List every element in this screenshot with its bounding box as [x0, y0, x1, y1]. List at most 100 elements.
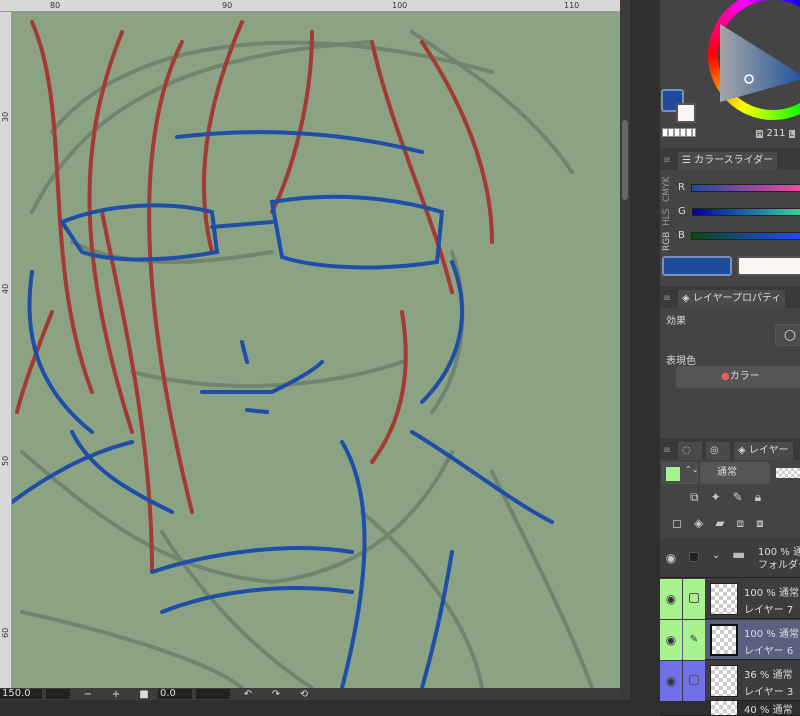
layer-name: レイヤー 7 [744, 605, 794, 616]
color-wheel-panel: H 211 L [660, 0, 800, 146]
zoom-in-button[interactable]: + [102, 689, 130, 700]
folder-expand-icon[interactable]: ⌄ [712, 550, 720, 561]
tab-color-slider[interactable]: ☰ カラースライダー [678, 152, 778, 170]
eye-icon[interactable]: ◉ [660, 538, 682, 578]
expression-color-label: 表現色 [666, 356, 696, 367]
saturation-triangle[interactable] [716, 18, 800, 108]
layer-check[interactable] [683, 579, 705, 619]
merge-down-icon[interactable]: ⧇ [756, 516, 764, 531]
ruler-tick: 90 [222, 1, 233, 10]
vertical-ruler: 30 40 50 60 [0, 12, 12, 688]
ruler-tick: 80 [50, 1, 61, 10]
border-effect-button[interactable]: ○ [775, 324, 800, 346]
fit-screen-button[interactable]: ■ [130, 689, 158, 700]
mode-tab-rgb[interactable]: RGB [662, 232, 676, 251]
g-label: G [678, 206, 686, 217]
tab-navigator[interactable]: ◌ [678, 442, 702, 460]
new-raster-layer-icon[interactable]: ◻ [672, 516, 682, 531]
layer-item[interactable]: 40 % 通常 [660, 696, 800, 716]
layer-check[interactable] [683, 661, 705, 701]
rotate-left-button[interactable]: ↶ [234, 689, 262, 700]
draft-layer-icon[interactable]: ✎ [733, 490, 743, 505]
layer-thumbnail [710, 624, 738, 656]
layer-thumbnail [710, 700, 738, 715]
new-vector-layer-icon[interactable]: ◈ [694, 516, 703, 531]
r-label: R [678, 182, 685, 193]
drawing-canvas[interactable] [12, 12, 620, 688]
scrollbar-thumb[interactable] [622, 120, 628, 200]
blend-mode-value: 通常 [717, 467, 737, 478]
current-sub-color[interactable] [737, 256, 800, 276]
color-button-label: カラー [729, 371, 760, 382]
reset-rotation-button[interactable]: ⟲ [290, 689, 318, 700]
blend-mode-select[interactable]: 通常 [700, 462, 770, 484]
horizontal-ruler: 80 90 100 110 [0, 0, 620, 12]
rotation-angle-field[interactable]: 0.0 [158, 689, 192, 699]
sliders-icon: ☰ [682, 155, 695, 166]
ruler-tick: 60 [1, 627, 10, 638]
reference-layer-icon[interactable]: ✦ [711, 490, 721, 505]
layers-icon: ◈ [738, 445, 749, 456]
new-folder-icon[interactable]: ▰ [715, 516, 724, 531]
zoom-slider[interactable] [46, 689, 70, 699]
eye-icon[interactable]: ◉ [660, 620, 682, 660]
ruler-tick: 50 [1, 455, 10, 466]
layers-icon: ◈ [682, 293, 693, 304]
canvas-status-bar: 150.0 − + ■ 0.0 ↶ ↷ ⟲ [0, 688, 620, 700]
clip-lower-layer-icon[interactable]: ⧉ [690, 490, 699, 505]
eye-icon[interactable]: ◉ [660, 661, 682, 701]
current-main-color[interactable] [662, 256, 732, 276]
layer-item-selected[interactable]: ◉ ✎ 100 % 通常 レイヤー 6 [660, 620, 800, 660]
layer-item-folder[interactable]: ◉ ⌄ ▬ 100 % 通常 フォルダー [660, 538, 800, 578]
mode-tab-hls[interactable]: HLS [662, 208, 676, 226]
b-slider[interactable] [690, 231, 800, 240]
g-slider[interactable] [691, 207, 800, 216]
eye-icon[interactable]: ◉ [660, 579, 682, 619]
transparent-color-swatch[interactable] [662, 128, 696, 137]
hue-value: 211 [766, 128, 786, 139]
hue-label: H [756, 130, 764, 138]
tab-label: レイヤープロパティ [692, 293, 782, 304]
effect-label: 効果 [666, 316, 686, 327]
layer-thumbnail [710, 665, 738, 697]
transfer-down-icon[interactable]: ⧈ [736, 516, 744, 531]
panel-grip-icon[interactable]: ≡ [660, 442, 674, 460]
mode-tab-cmyk[interactable]: CMYK [662, 177, 676, 202]
r-slider[interactable] [690, 183, 800, 192]
layer-check[interactable] [683, 538, 705, 578]
folder-icon: ▬ [732, 547, 746, 563]
layer-color-swatch[interactable]: ⌃⌄ [662, 462, 698, 484]
tab-layer-property[interactable]: ◈ レイヤープロパティ [678, 290, 786, 308]
lightness-label: L [788, 130, 795, 138]
layer-name: フォルダー [758, 560, 800, 571]
rgb-circles-icon: ● [721, 371, 730, 382]
tab-layer[interactable]: ◈ レイヤー [734, 442, 793, 460]
layer-item[interactable]: ◉ 100 % 通常 レイヤー 7 [660, 579, 800, 619]
layer-opacity: 100 % 通常 [744, 629, 799, 640]
sub-color-swatch[interactable] [676, 103, 696, 123]
panel-grip-icon[interactable]: ≡ [660, 290, 674, 308]
right-panel: H 211 L ≡ ☰ カラースライダー RGB HLS CMYK R G B ≡… [660, 0, 800, 716]
lock-icon[interactable]: 🔒︎ [755, 490, 761, 505]
pen-icon[interactable]: ✎ [683, 620, 705, 660]
ruler-tick: 100 [392, 1, 408, 10]
rotate-right-button[interactable]: ↷ [262, 689, 290, 700]
layer-item[interactable]: ◉ 36 % 通常 レイヤー 3 [660, 661, 800, 701]
panel-grip-icon[interactable]: ≡ [660, 152, 674, 170]
layer-list[interactable]: ◉ ⌄ ▬ 100 % 通常 フォルダー ◉ 100 % 通常 レイヤー 7 ◉… [660, 538, 800, 716]
zoom-out-button[interactable]: − [74, 689, 102, 700]
layer-opacity: 36 % 通常 [744, 670, 793, 681]
tab-label: レイヤー [748, 445, 789, 456]
layer-panel: ≡ ◌ ◎ ◈ レイヤー ⌃⌄ 通常 ⧉ ✦ ✎ 🔒︎ ◻ ◈ ▰ ⧈ ⧇ ◉ ⌄ ▬ 100 % … [660, 438, 800, 716]
layer-property-panel: ≡ ◈ レイヤープロパティ 効果 ○ 表現色 ●カラー [660, 286, 800, 434]
layer-name: レイヤー 6 [744, 646, 794, 657]
tab-sub-tool[interactable]: ◎ [706, 442, 730, 460]
canvas-vertical-scrollbar[interactable] [620, 0, 630, 700]
rotation-slider[interactable] [196, 689, 230, 699]
color-mode-button[interactable]: ●カラー [676, 366, 800, 388]
zoom-level-field[interactable]: 150.0 [0, 689, 42, 699]
opacity-slider[interactable] [776, 468, 800, 478]
b-label: B [678, 230, 685, 241]
ruler-tick: 30 [1, 111, 10, 122]
tab-label: カラースライダー [694, 155, 774, 166]
